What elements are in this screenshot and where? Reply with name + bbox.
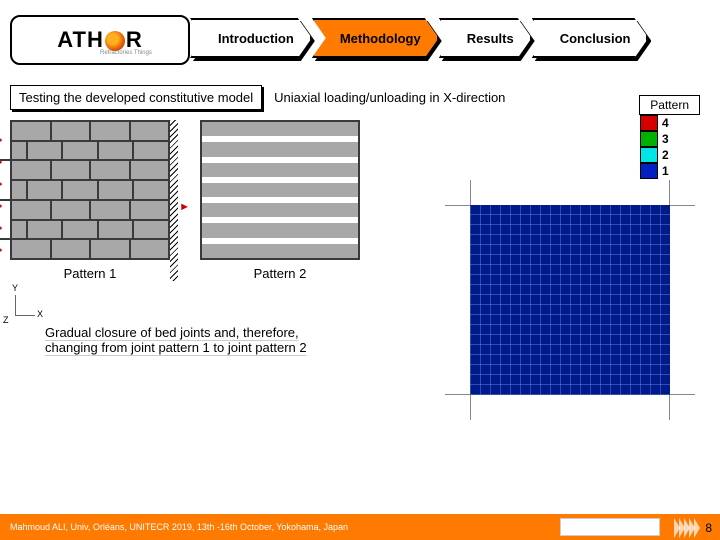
nav-conclusion: Conclusion: [532, 18, 649, 58]
fixed-boundary-icon: [170, 120, 178, 281]
description-line2: changing from joint pattern 1 to joint p…: [45, 340, 307, 355]
nav-label: Methodology: [340, 31, 421, 46]
small-arrow-icon: ►: [179, 201, 190, 213]
mesh-figure: [445, 180, 695, 420]
subtitle-text: Uniaxial loading/unloading in X-directio…: [274, 90, 505, 105]
nav-introduction: Introduction: [190, 18, 312, 58]
nav-label: Conclusion: [560, 31, 631, 46]
brick-wall-icon: [10, 120, 170, 260]
nav-label: Introduction: [218, 31, 294, 46]
load-arrows-icon: →→→→→→: [0, 128, 6, 256]
nav-label: Results: [467, 31, 514, 46]
description-text: Gradual closure of bed joints and, there…: [45, 325, 307, 355]
nav-methodology: Methodology: [312, 18, 439, 58]
pattern1-caption: Pattern 1: [10, 266, 170, 281]
mesh-region-icon: [470, 205, 670, 395]
nav-breadcrumb: Introduction Methodology Results Conclus…: [190, 18, 648, 58]
footer-logos-icon: [560, 518, 660, 536]
logo-text-after: R: [126, 27, 143, 52]
axis-x-label: X: [37, 309, 43, 319]
pattern2-caption: Pattern 2: [200, 266, 360, 281]
page-number: 8: [705, 521, 712, 535]
nav-results: Results: [439, 18, 532, 58]
logo-orb-icon: [105, 31, 125, 51]
pattern2-diagram: Pattern 2: [200, 120, 360, 281]
logo-text-before: ATH: [57, 27, 104, 52]
logo-subtext: Refractories Things: [100, 50, 152, 56]
axis-z-label: Z: [3, 315, 9, 325]
pattern-label-box: Pattern: [639, 95, 700, 115]
description-line1: Gradual closure of bed joints and, there…: [45, 325, 307, 340]
logo: ATH R: [10, 15, 190, 65]
chevron-decoration-icon: [675, 518, 700, 538]
layered-wall-icon: [200, 120, 360, 260]
axis-y-label: Y: [12, 283, 18, 293]
footer-text: Mahmoud ALI, Univ, Orléans, UNITECR 2019…: [10, 522, 348, 532]
pattern1-diagram: →→→→→→ ► Pattern 1: [10, 120, 170, 281]
subtitle-box: Testing the developed constitutive model: [10, 85, 262, 110]
